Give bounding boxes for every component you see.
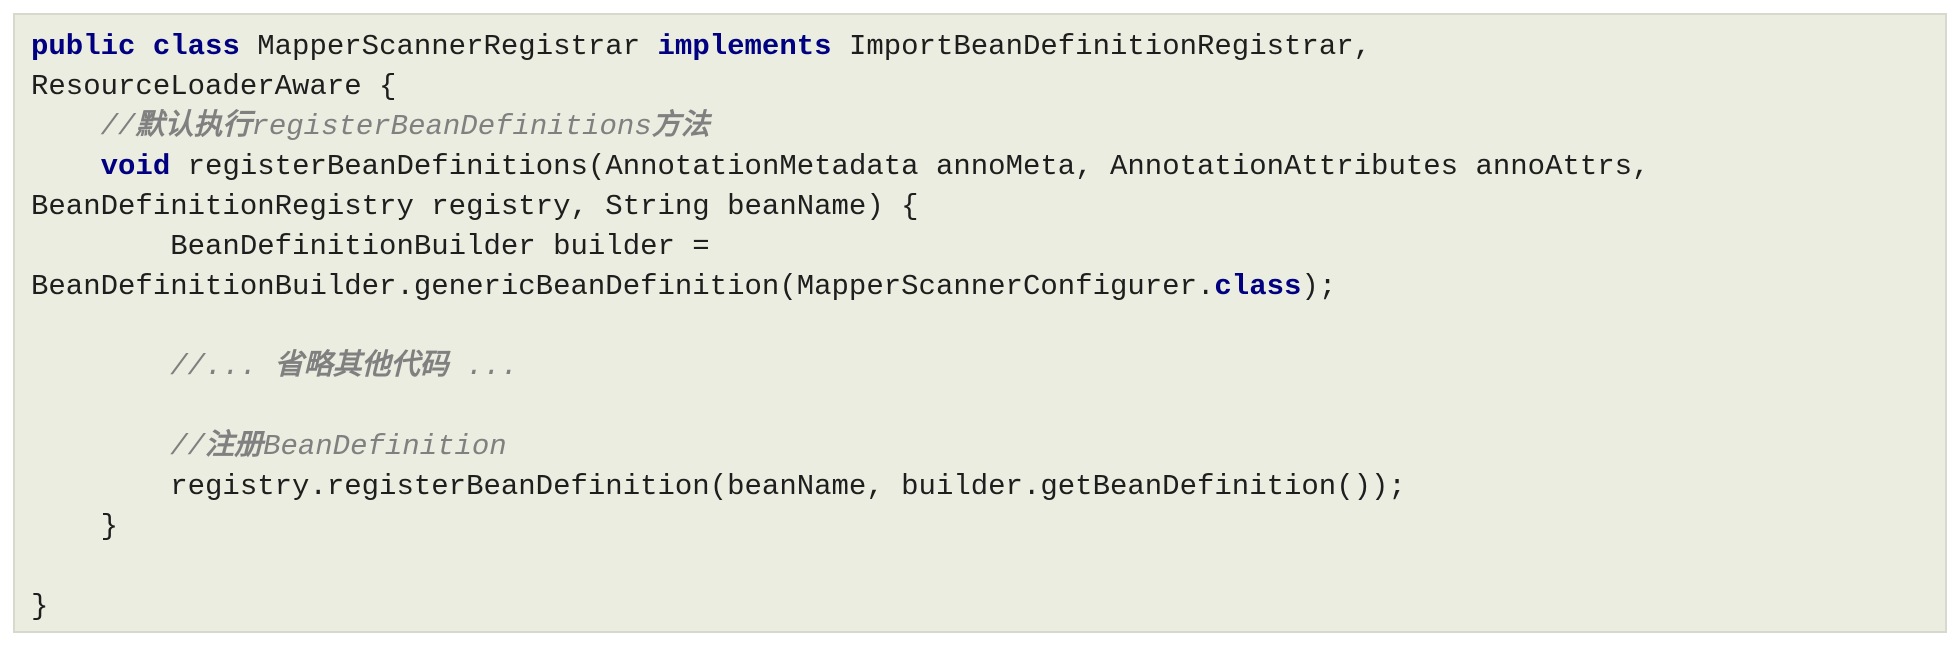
code-line: //... 省略其他代码 ... bbox=[31, 347, 1945, 387]
comment: 方法 bbox=[651, 110, 710, 143]
keyword: void bbox=[100, 150, 171, 183]
code-text: BeanDefinitionRegistry registry, String … bbox=[31, 190, 919, 223]
comment: 默认执行 bbox=[135, 110, 252, 143]
keyword: class bbox=[1214, 270, 1302, 303]
comment: BeanDefinition bbox=[263, 430, 507, 463]
code-text: ImportBeanDefinitionRegistrar, bbox=[831, 30, 1372, 63]
code-text: ResourceLoaderAware { bbox=[31, 70, 397, 103]
keyword: public bbox=[31, 30, 136, 63]
code-line: BeanDefinitionBuilder builder = bbox=[31, 227, 1945, 267]
comment: //... bbox=[170, 350, 275, 383]
code-text: BeanDefinitionBuilder builder = bbox=[31, 230, 710, 263]
code-line: ResourceLoaderAware { bbox=[31, 67, 1945, 107]
code-text: } bbox=[31, 590, 49, 623]
code-line: //默认执行registerBeanDefinitions方法 bbox=[31, 107, 1945, 147]
code-text: } bbox=[31, 510, 119, 543]
code-lines: public class MapperScannerRegistrar impl… bbox=[31, 27, 1945, 627]
code-line: public class MapperScannerRegistrar impl… bbox=[31, 27, 1945, 67]
comment: // bbox=[170, 430, 206, 463]
keyword: implements bbox=[657, 30, 832, 63]
code-line: //注册BeanDefinition bbox=[31, 427, 1945, 467]
code-line: } bbox=[31, 507, 1945, 547]
code-line: BeanDefinitionRegistry registry, String … bbox=[31, 187, 1945, 227]
comment: ... bbox=[448, 350, 519, 383]
comment: 注册 bbox=[205, 430, 264, 463]
comment: // bbox=[100, 110, 136, 143]
code-text: BeanDefinitionBuilder.genericBeanDefinit… bbox=[31, 270, 1215, 303]
code-text: MapperScannerRegistrar bbox=[239, 30, 658, 63]
code-line: } bbox=[31, 587, 1945, 627]
keyword: class bbox=[152, 30, 240, 63]
code-line: BeanDefinitionBuilder.genericBeanDefinit… bbox=[31, 267, 1945, 307]
comment: 省略其他代码 bbox=[274, 350, 449, 383]
code-line: void registerBeanDefinitions(AnnotationM… bbox=[31, 147, 1945, 187]
code-block: public class MapperScannerRegistrar impl… bbox=[13, 13, 1947, 633]
code-text: registry.registerBeanDefinition(beanName… bbox=[31, 470, 1406, 503]
code-line: registry.registerBeanDefinition(beanName… bbox=[31, 467, 1945, 507]
code-text: ); bbox=[1301, 270, 1337, 303]
comment: registerBeanDefinitions bbox=[251, 110, 652, 143]
code-text: registerBeanDefinitions(AnnotationMetada… bbox=[170, 150, 1650, 183]
